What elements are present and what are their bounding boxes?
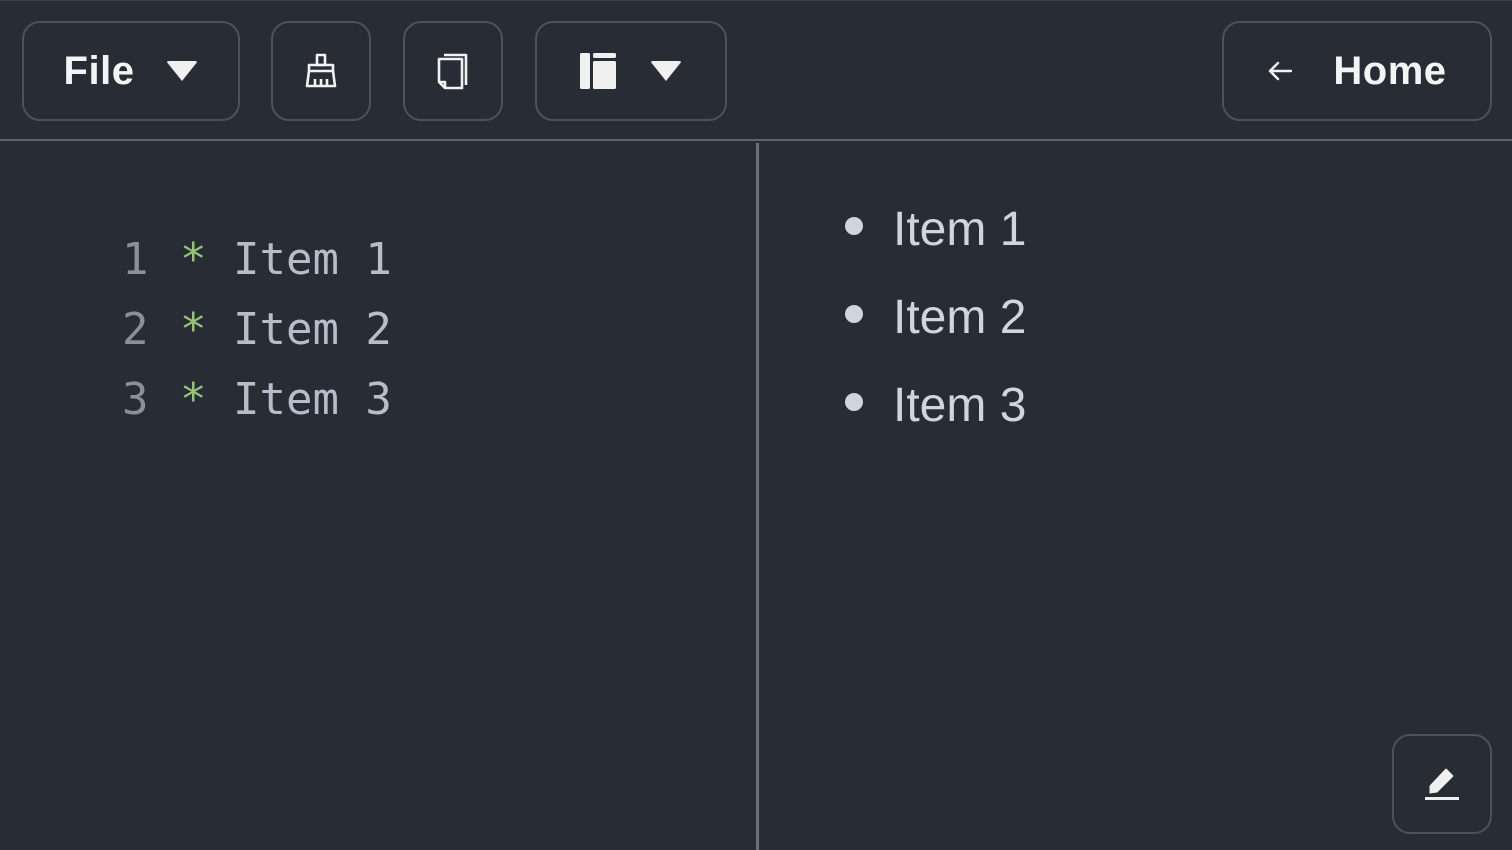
broom-icon: [305, 53, 337, 88]
preview-list: Item 1 Item 2 Item 3: [845, 185, 1026, 449]
edit-button[interactable]: [1392, 734, 1492, 834]
list-item-text: Item 3: [893, 378, 1027, 432]
list-item: Item 2: [845, 273, 1026, 361]
toolbar: File Home: [0, 0, 1512, 141]
editor-line[interactable]: 1 * Item 1: [0, 155, 392, 285]
clear-button[interactable]: [271, 21, 371, 121]
file-menu-label: File: [63, 48, 135, 93]
copy-button[interactable]: [403, 21, 503, 121]
file-menu-button[interactable]: File: [22, 21, 240, 121]
bullet-icon: [845, 393, 863, 411]
line-number: 3: [121, 374, 149, 425]
bullet-icon: [845, 217, 863, 235]
list-item-text: Item 1: [893, 202, 1027, 256]
arrow-left-icon: [1269, 61, 1293, 81]
line-text: Item 3: [232, 374, 392, 425]
pencil-icon: [1425, 768, 1459, 800]
editor-line[interactable]: 3 * Item 3: [0, 295, 392, 425]
copy-icon: [437, 53, 468, 90]
list-marker: *: [179, 374, 207, 425]
layout-sidebar-icon: [580, 53, 616, 89]
layout-menu-button[interactable]: [535, 21, 727, 121]
markdown-editor[interactable]: 1 * Item 1 2 * Item 2 3 * Item 3: [0, 141, 758, 850]
home-label: Home: [1333, 48, 1447, 93]
home-button[interactable]: Home: [1222, 21, 1492, 121]
list-item: Item 1: [845, 185, 1026, 273]
chevron-down-icon: [650, 61, 682, 81]
editor-line[interactable]: 2 * Item 2: [0, 225, 392, 355]
bullet-icon: [845, 305, 863, 323]
list-item: Item 3: [845, 361, 1026, 449]
chevron-down-icon: [166, 61, 199, 81]
list-item-text: Item 2: [893, 290, 1027, 344]
